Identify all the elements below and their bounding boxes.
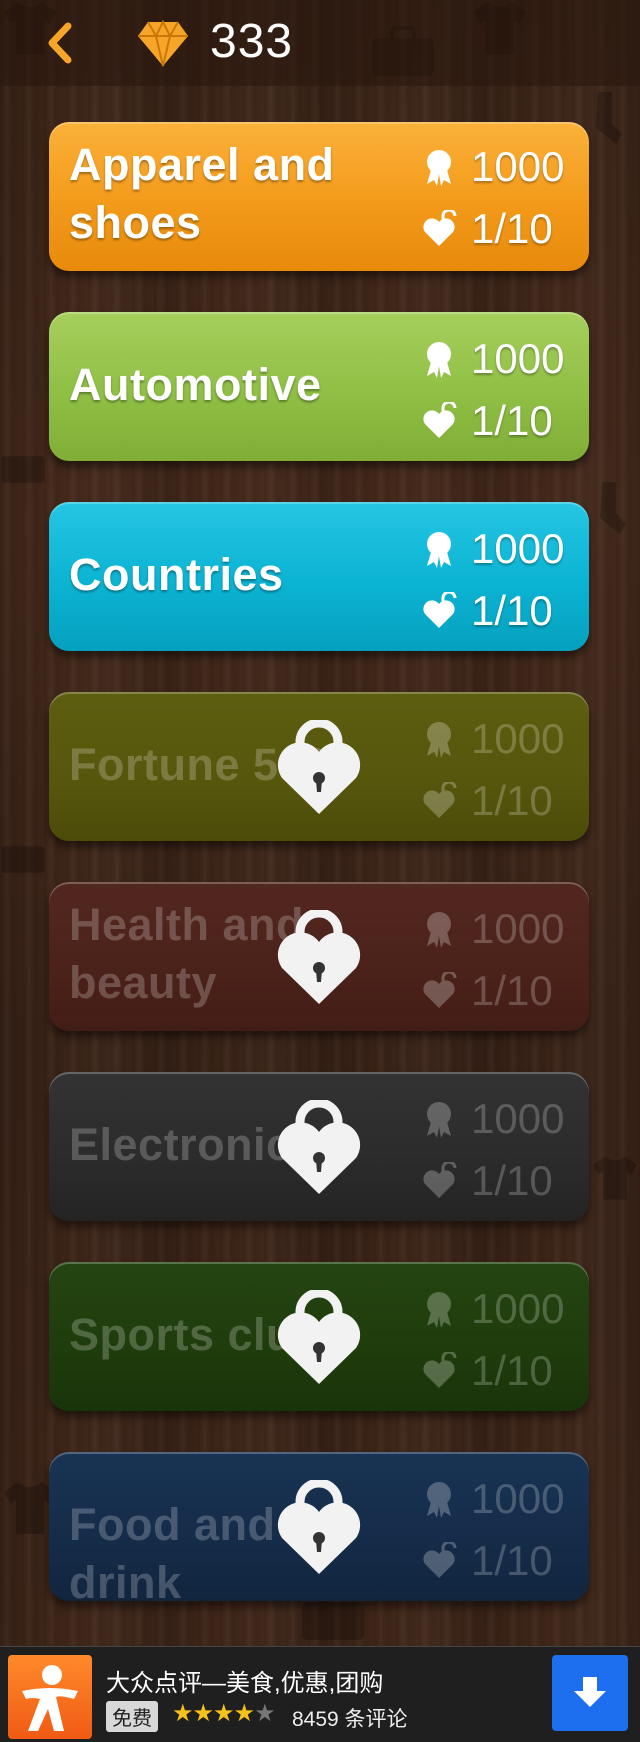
award-ribbon-icon	[421, 1479, 457, 1519]
points-value: 1000	[471, 1095, 565, 1142]
award-ribbon-icon	[421, 1099, 457, 1139]
category-card-sports-club[interactable]: Sports club 1000 1/10	[49, 1262, 589, 1411]
points-stat: 1000	[421, 1474, 564, 1524]
heart-lock-icon	[276, 908, 362, 1006]
briefcase-bg-icon	[0, 440, 46, 492]
back-button[interactable]	[34, 18, 84, 68]
category-title: Countries	[69, 549, 284, 600]
unlocked-heart-icon	[421, 781, 457, 821]
unlocked-heart-icon	[421, 1351, 457, 1391]
progress-stat: 1/10	[421, 1346, 553, 1396]
category-card-health-beauty[interactable]: Health and beauty 1000 1/10	[49, 882, 589, 1031]
category-card-automotive[interactable]: Automotive 1000 1/10	[49, 312, 589, 461]
filled-stars-icon: ★★★★	[172, 1700, 255, 1727]
progress-value: 1/10	[471, 587, 553, 634]
award-ribbon-icon	[421, 529, 457, 569]
progress-stat: 1/10	[421, 966, 553, 1016]
progress-stat: 1/10	[421, 586, 553, 636]
award-ribbon-icon	[421, 719, 457, 759]
category-card-countries[interactable]: Countries 1000 1/10	[49, 502, 589, 651]
heart-lock-icon	[276, 1288, 362, 1386]
unlocked-heart-icon	[421, 591, 457, 631]
points-stat: 1000	[421, 1284, 564, 1334]
category-card-food-drink[interactable]: Food and drink 1000 1/10	[49, 1452, 589, 1601]
ad-banner[interactable]: 大众点评—美食,优惠,团购 免费 ★★★★★ 8459 条评论	[0, 1646, 640, 1742]
progress-value: 1/10	[471, 397, 553, 444]
points-value: 1000	[471, 1475, 565, 1522]
category-card-electronics[interactable]: Electronics 1000 1/10	[49, 1072, 589, 1221]
points-value: 1000	[471, 905, 565, 952]
review-count: 8459 条评论	[292, 1708, 408, 1731]
chevron-left-icon[interactable]	[44, 22, 74, 64]
unlocked-heart-icon	[421, 401, 457, 441]
ad-title: 大众点评—美食,优惠,团购	[106, 1670, 384, 1697]
award-ribbon-icon	[421, 339, 457, 379]
briefcase-bg-icon	[0, 830, 46, 882]
points-stat: 1000	[421, 142, 564, 192]
gem-count: 333	[210, 15, 294, 68]
category-title: Automotive	[69, 359, 322, 410]
unlocked-heart-icon	[421, 971, 457, 1011]
progress-stat: 1/10	[421, 396, 553, 446]
award-ribbon-icon	[421, 1289, 457, 1329]
app-logo-icon[interactable]	[8, 1655, 92, 1739]
progress-value: 1/10	[471, 1157, 553, 1204]
progress-value: 1/10	[471, 205, 553, 252]
award-ribbon-icon	[421, 147, 457, 187]
progress-value: 1/10	[471, 1537, 553, 1584]
points-value: 1000	[471, 335, 565, 382]
download-button[interactable]	[552, 1655, 628, 1731]
unlocked-heart-icon	[421, 1541, 457, 1581]
points-value: 1000	[471, 715, 565, 762]
tshirt-bg-icon	[590, 1150, 640, 1206]
heart-lock-icon	[276, 1478, 362, 1576]
unlocked-heart-icon	[421, 209, 457, 249]
category-card-apparel[interactable]: Apparel and shoes 1000 1/10	[49, 122, 589, 271]
category-title: Apparel and shoes	[69, 139, 335, 248]
points-stat: 1000	[421, 524, 564, 574]
socks-bg-icon	[594, 480, 640, 536]
progress-value: 1/10	[471, 1347, 553, 1394]
empty-star-icon: ★	[254, 1700, 275, 1727]
rating-stars: ★★★★★	[172, 1699, 276, 1728]
points-stat: 1000	[421, 1094, 564, 1144]
progress-value: 1/10	[471, 777, 553, 824]
diamond-icon	[136, 19, 190, 68]
heart-lock-icon	[276, 718, 362, 816]
points-stat: 1000	[421, 334, 564, 384]
points-stat: 1000	[421, 714, 564, 764]
unlocked-heart-icon	[421, 1161, 457, 1201]
progress-stat: 1/10	[421, 776, 553, 826]
download-arrow-icon[interactable]	[570, 1673, 610, 1713]
free-badge: 免费	[106, 1701, 158, 1732]
category-card-fortune-500[interactable]: Fortune 500 1000 1/10	[49, 692, 589, 841]
progress-stat: 1/10	[421, 1156, 553, 1206]
points-value: 1000	[471, 143, 565, 190]
points-stat: 1000	[421, 904, 564, 954]
progress-stat: 1/10	[421, 1536, 553, 1586]
progress-stat: 1/10	[421, 204, 553, 254]
progress-value: 1/10	[471, 967, 553, 1014]
points-value: 1000	[471, 1285, 565, 1332]
award-ribbon-icon	[421, 909, 457, 949]
heart-lock-icon	[276, 1098, 362, 1196]
socks-bg-icon	[590, 90, 636, 146]
points-value: 1000	[471, 525, 565, 572]
top-bar: 333	[0, 0, 640, 86]
